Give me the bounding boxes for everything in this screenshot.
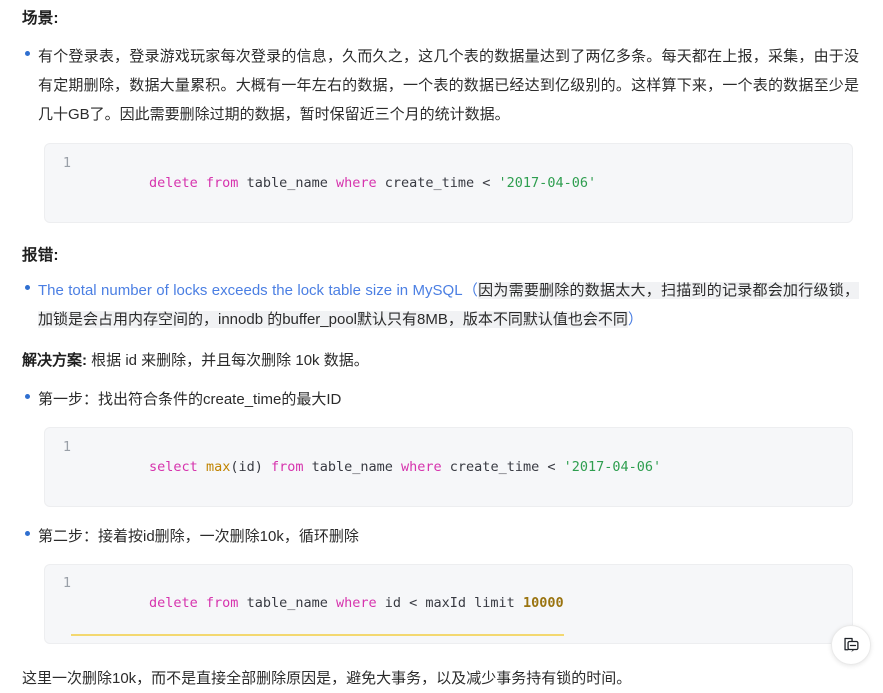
step-one-text: 第一步：找出符合条件的create_time的最大ID <box>38 391 342 409</box>
code-token: id < maxId limit <box>376 594 523 611</box>
note-open-paren: （ <box>462 282 479 300</box>
list-item: 第一步：找出符合条件的create_time的最大ID <box>22 385 859 414</box>
code-token: 10000 <box>522 594 564 611</box>
solution-label: 解决方案: <box>22 352 87 370</box>
closing-paragraph: 这里一次删除10k，而不是直接全部删除原因是，避免大事务，以及减少事务持有锁的时… <box>22 670 632 688</box>
scenario-paragraph: 有个登录表，登录游戏玩家每次登录的信息，久而久之，这几个表的数据量达到了两亿多条… <box>38 47 859 123</box>
article-page: 场景: 有个登录表，登录游戏玩家每次登录的信息，久而久之，这几个表的数据量达到了… <box>0 0 883 687</box>
bullet-marker-icon <box>22 531 38 536</box>
error-heading: 报错: <box>22 246 59 264</box>
code-line-number: 1 <box>62 574 71 591</box>
list-item: 有个登录表，登录游戏玩家每次登录的信息，久而久之，这几个表的数据量达到了两亿多条… <box>22 42 859 129</box>
code-line: 1 delete from table_name where id < maxI… <box>45 573 564 636</box>
code-content: delete from table_name where create_time… <box>71 153 596 213</box>
note-comment-icon <box>842 636 861 655</box>
code-token: delete from <box>149 174 239 191</box>
code-token: delete from <box>149 594 239 611</box>
annotation-button[interactable] <box>831 625 871 665</box>
code-block[interactable]: 1 select max(id) from table_name where c… <box>44 427 853 508</box>
bullet-marker-icon <box>22 394 38 399</box>
list-item-body: The total number of locks exceeds the lo… <box>38 276 859 334</box>
code-token: max <box>205 459 231 476</box>
code-token: create_time < <box>441 459 564 476</box>
list-item: The total number of locks exceeds the lo… <box>22 276 859 334</box>
bullet-marker-icon <box>22 51 38 56</box>
code-token: table_name <box>303 459 402 476</box>
code-line: 1 select max(id) from table_name where c… <box>45 437 661 497</box>
code-token: '2017-04-06' <box>563 459 662 476</box>
step-two-text: 第二步：接着按id删除，一次删除10k，循环删除 <box>38 528 359 546</box>
list-item: 第二步：接着按id删除，一次删除10k，循环删除 <box>22 522 859 551</box>
code-token: where <box>335 174 377 191</box>
solution-line: 解决方案: 根据 id 来删除，并且每次删除 10k 数据。 <box>22 346 859 375</box>
code-token: table_name <box>238 594 336 611</box>
note-close-paren: ） <box>627 311 643 329</box>
error-message-link[interactable]: The total number of locks exceeds the lo… <box>38 282 463 299</box>
code-token: from <box>270 459 304 476</box>
code-line-number: 1 <box>62 439 71 456</box>
code-line-number: 1 <box>62 154 71 171</box>
code-token: select <box>149 459 206 476</box>
code-line: 1 delete from table_name where create_ti… <box>45 153 596 213</box>
code-token: create_time < <box>376 174 499 191</box>
scenario-heading: 场景: <box>22 10 59 27</box>
code-token: where <box>335 594 377 611</box>
code-block[interactable]: 1 delete from table_name where id < maxI… <box>44 564 853 645</box>
error-paragraph: The total number of locks exceeds the lo… <box>38 276 859 334</box>
solution-text: 根据 id 来删除，并且每次删除 10k 数据。 <box>87 352 369 370</box>
code-token: where <box>401 459 442 476</box>
bullet-marker-icon <box>22 285 38 290</box>
code-token: '2017-04-06' <box>498 174 597 191</box>
code-token: table_name <box>238 174 336 191</box>
list-item-body: 有个登录表，登录游戏玩家每次登录的信息，久而久之，这几个表的数据量达到了两亿多条… <box>38 42 859 129</box>
code-content-highlighted: delete from table_name where id < maxId … <box>71 573 564 636</box>
code-token: (id) <box>230 459 271 476</box>
code-block[interactable]: 1 delete from table_name where create_ti… <box>44 142 853 223</box>
list-item-body: 第二步：接着按id删除，一次删除10k，循环删除 <box>38 522 859 551</box>
list-item-body: 第一步：找出符合条件的create_time的最大ID <box>38 385 859 414</box>
code-content: select max(id) from table_name where cre… <box>71 437 661 497</box>
